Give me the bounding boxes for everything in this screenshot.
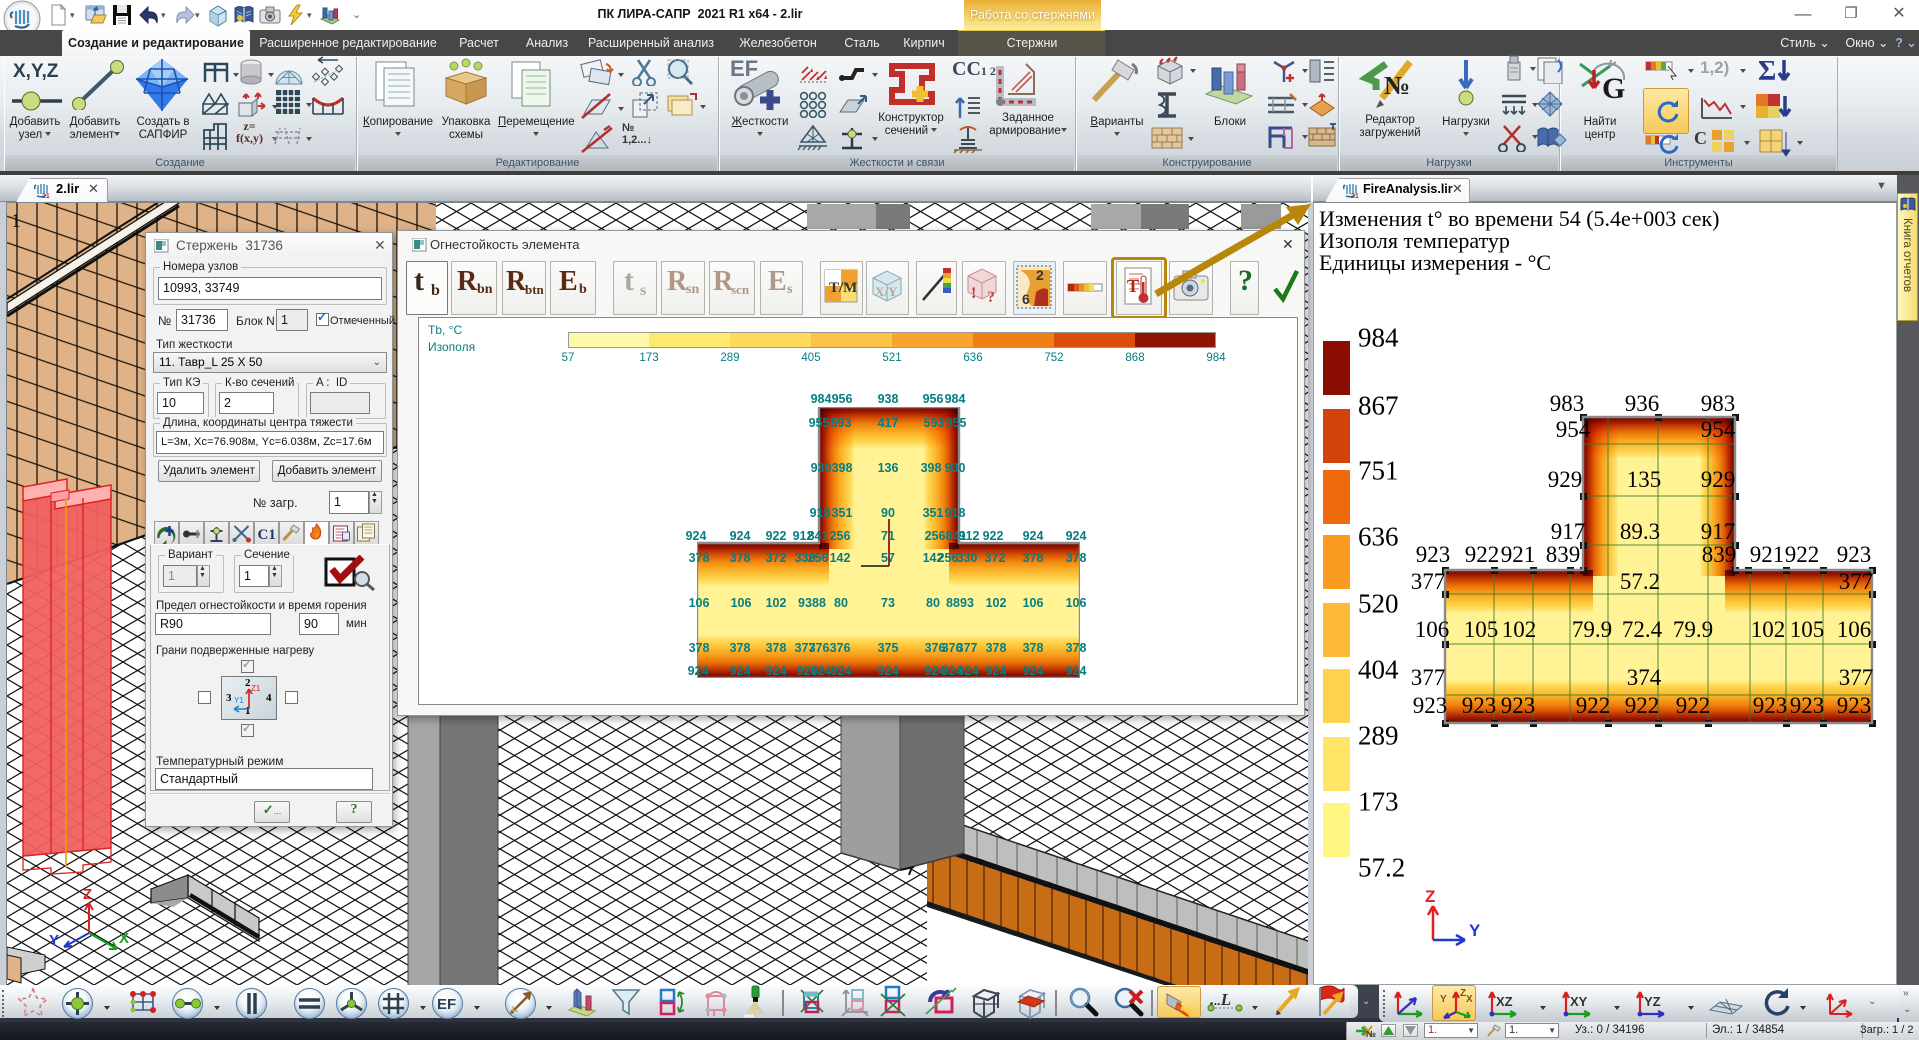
svg-text:1: 1 (11, 210, 21, 232)
svg-text:Y: Y (1469, 921, 1481, 940)
svg-text:G: G (1602, 72, 1625, 105)
svg-text:X: X (1466, 994, 1473, 1005)
svg-text:C1: C1 (258, 527, 276, 543)
svg-text:21: 21 (1351, 193, 1359, 199)
svg-text:YZ: YZ (1644, 994, 1661, 1009)
svg-text:?: ? (987, 289, 995, 306)
svg-text:EF: EF (437, 996, 456, 1013)
svg-text:XY: XY (1570, 994, 1588, 1009)
svg-text:EF: EF (730, 56, 758, 81)
svg-text:T/M: T/M (829, 280, 857, 296)
svg-text:Σ: Σ (1758, 56, 1776, 86)
svg-text:2: 2 (1036, 267, 1044, 283)
svg-text:X/Y: X/Y (875, 284, 898, 299)
svg-text:Y: Y (49, 932, 59, 949)
svg-text:Z: Z (1425, 890, 1435, 906)
svg-text:№: № (1384, 71, 1410, 100)
svg-text:Y: Y (1440, 994, 1447, 1005)
svg-text:№: № (1366, 1029, 1376, 1039)
svg-text:XZ: XZ (1496, 994, 1513, 1009)
svg-text:!: ! (971, 285, 976, 302)
svg-text:Z1: Z1 (251, 684, 261, 693)
svg-text:Z: Z (83, 886, 92, 903)
svg-text:X: X (119, 930, 129, 947)
svg-text:6: 6 (1022, 291, 1030, 307)
svg-text:21: 21 (42, 193, 50, 199)
svg-text:Y1: Y1 (234, 696, 244, 705)
